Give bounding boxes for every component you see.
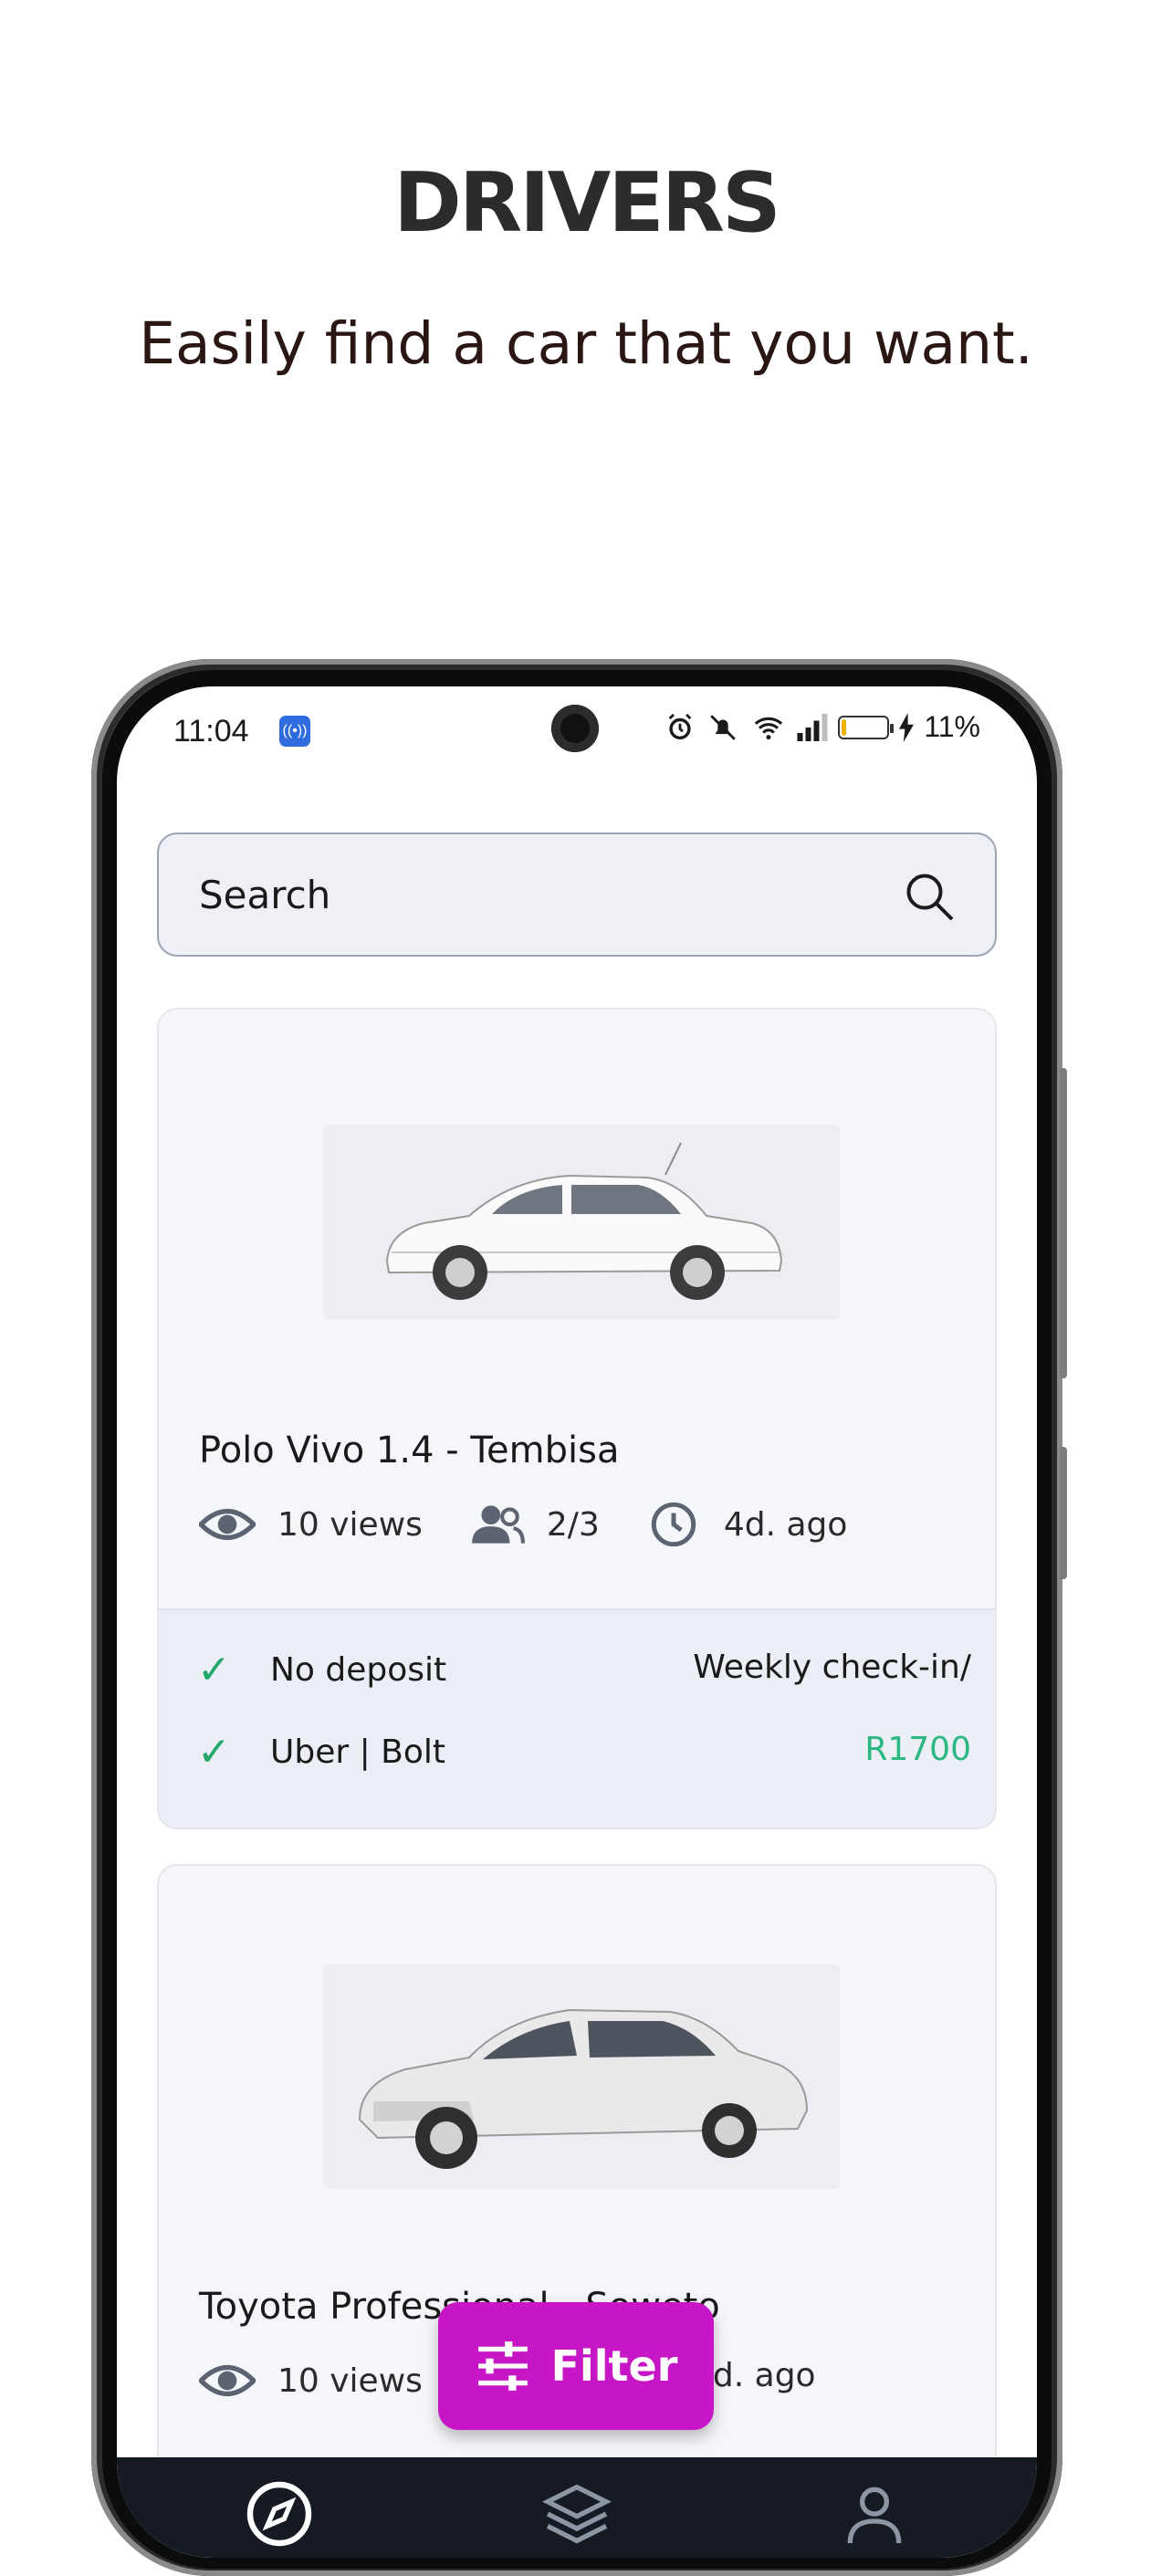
listing-meta: 10 views bbox=[199, 2357, 423, 2404]
listing-card[interactable]: Polo Vivo 1.4 - Tembisa 10 views 2/3 4d.… bbox=[157, 1008, 997, 1829]
phone-volume-button bbox=[1060, 1068, 1067, 1378]
listing-footer: ✓ No deposit ✓ Uber | Bolt Weekly check-… bbox=[159, 1608, 995, 1827]
sedan-icon bbox=[358, 2008, 809, 2169]
battery-icon bbox=[838, 715, 895, 739]
eye-icon bbox=[199, 1509, 256, 1540]
mute-icon bbox=[710, 714, 737, 740]
profile-icon[interactable] bbox=[838, 2477, 911, 2550]
listing-card[interactable]: Toyota Professional - Soweto 10 views 4d… bbox=[157, 1864, 997, 2558]
sliders-icon bbox=[477, 2341, 528, 2391]
status-time: 11:04 bbox=[173, 714, 249, 749]
listing-meta: 10 views 2/3 4d. ago bbox=[199, 1501, 847, 1548]
signal-icon bbox=[797, 713, 828, 741]
feature-label: No deposit bbox=[270, 1651, 447, 1689]
listing-title: Polo Vivo 1.4 - Tembisa bbox=[199, 1429, 620, 1471]
car-image bbox=[323, 1964, 840, 2189]
promo-subline: Easily find a car that you want. bbox=[139, 310, 1033, 377]
clock-icon bbox=[651, 1502, 696, 1547]
battery-fill bbox=[842, 718, 847, 736]
eye-icon bbox=[199, 2365, 256, 2396]
car-image bbox=[323, 1125, 840, 1320]
listing-occupancy: 2/3 bbox=[546, 1505, 600, 1544]
nfc-icon: ((•)) bbox=[279, 716, 310, 747]
check-icon: ✓ bbox=[197, 1729, 231, 1775]
listing-price: R1700 bbox=[864, 1731, 971, 1768]
status-bar: 11:04 ((•)) 11% bbox=[117, 686, 1037, 778]
filter-label: Filter bbox=[550, 2341, 678, 2391]
listing-views: 10 views bbox=[277, 1505, 423, 1544]
search-input[interactable] bbox=[197, 862, 840, 927]
feature-label: Uber | Bolt bbox=[270, 1733, 446, 1771]
filter-button[interactable]: Filter bbox=[438, 2302, 714, 2430]
listing-posted: 4d. ago bbox=[723, 1505, 848, 1544]
users-icon bbox=[472, 1505, 525, 1544]
phone-power-button bbox=[1060, 1447, 1067, 1579]
status-icons: 11% bbox=[664, 710, 980, 744]
check-icon: ✓ bbox=[197, 1647, 231, 1693]
feature-row: ✓ No deposit bbox=[197, 1647, 446, 1693]
feature-row: ✓ Uber | Bolt bbox=[197, 1729, 445, 1775]
checkin-label: Weekly check-in/ bbox=[693, 1649, 971, 1686]
layers-icon[interactable] bbox=[540, 2477, 613, 2550]
search-bar[interactable] bbox=[157, 832, 997, 957]
promo-headline: DRIVERS bbox=[393, 155, 781, 251]
bottom-nav bbox=[117, 2457, 1037, 2558]
wifi-icon bbox=[755, 717, 783, 739]
sedan-icon bbox=[385, 1142, 783, 1300]
battery-percent: 11% bbox=[924, 710, 980, 743]
phone-screen: 11:04 ((•)) 11% Search Polo Vivo 1.4 - T… bbox=[117, 686, 1037, 2558]
alarm-icon bbox=[668, 713, 692, 739]
explore-icon[interactable] bbox=[243, 2477, 316, 2550]
charging-icon bbox=[899, 712, 915, 742]
listing-views: 10 views bbox=[277, 2361, 423, 2400]
front-camera bbox=[551, 705, 599, 752]
search-icon[interactable] bbox=[902, 869, 957, 924]
